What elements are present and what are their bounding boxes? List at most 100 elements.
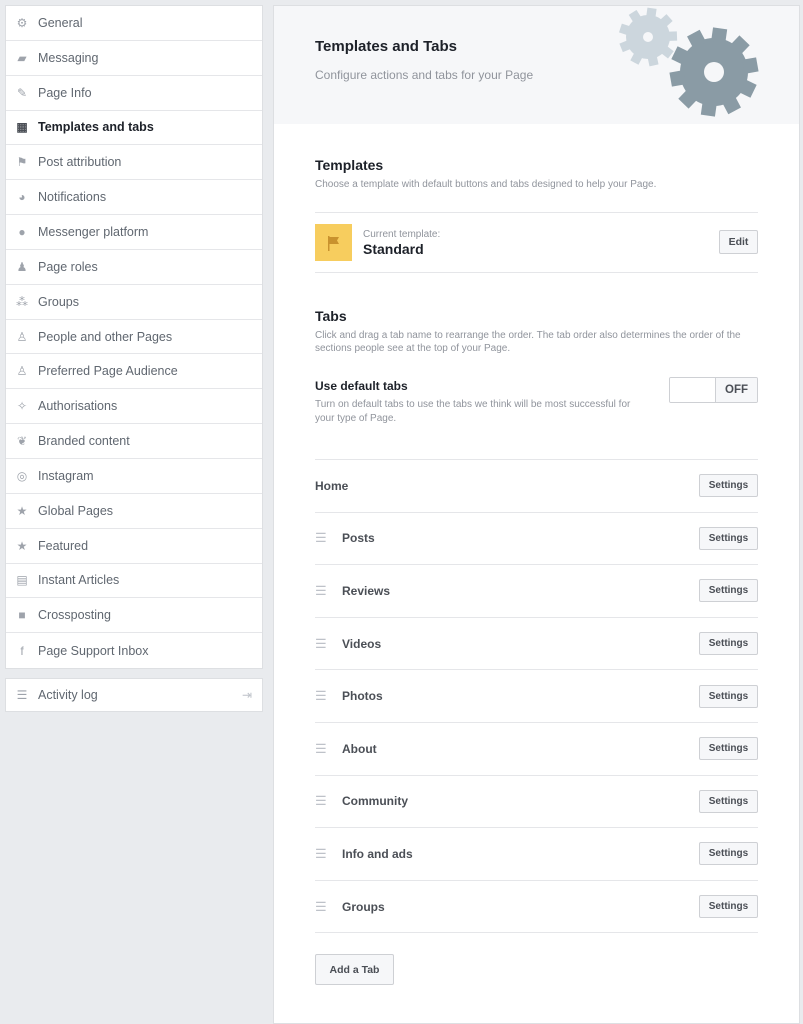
people-icon: ♙ [16,329,28,344]
sidebar-item-crossposting[interactable]: ■ Crossposting [6,598,262,634]
sidebar-item-preferred-page-audience[interactable]: ♙ Preferred Page Audience [6,354,262,390]
sidebar-item-page-roles[interactable]: ♟ Page roles [6,250,262,285]
sidebar-item-global-pages[interactable]: ★ Global Pages [6,494,262,529]
sidebar-item-page-info[interactable]: ✎ Page Info [6,76,262,111]
tab-settings-button[interactable]: Settings [699,632,758,656]
drag-handle-icon[interactable]: ☰ [315,583,327,599]
tab-name: Home [315,478,349,493]
current-template-label: Current template: [363,228,441,240]
sidebar-item-label: Notifications [38,190,107,205]
page-title: Templates and Tabs [315,38,457,55]
sidebar-item-label: Preferred Page Audience [38,364,178,379]
templates-description: Choose a template with default buttons a… [315,179,657,190]
sidebar-item-label: Global Pages [38,503,114,518]
add-tab-button[interactable]: Add a Tab [315,954,394,986]
activity-log-link[interactable]: ☰ Activity log ⇥ [5,678,263,712]
tab-row-groups[interactable]: ☰ Groups Settings [315,881,758,934]
tab-row-reviews[interactable]: ☰ Reviews Settings [315,565,758,618]
tab-name: Posts [342,531,375,546]
sidebar-item-people-and-other-pages[interactable]: ♙ People and other Pages [6,320,262,355]
tab-name: Community [342,794,408,809]
sidebar-item-notifications[interactable]: ◕ Notifications [6,180,262,216]
tab-name: Groups [342,899,385,914]
grid-icon: ▦ [16,120,28,135]
drag-handle-icon[interactable]: ☰ [315,741,327,757]
toggle-track [670,378,715,402]
sidebar-item-label: Messaging [38,50,99,65]
sidebar-item-label: Post attribution [38,155,122,170]
sidebar-item-instant-articles[interactable]: ▤ Instant Articles [6,564,262,599]
current-template-row: Current template: Standard Edit [315,212,758,273]
sidebar-item-label: Page Info [38,85,92,100]
sidebar-item-label: Crossposting [38,608,111,623]
messenger-icon: ● [18,224,26,239]
sidebar-item-instagram[interactable]: ◎ Instagram [6,459,262,494]
sidebar-item-featured[interactable]: ★ Featured [6,529,262,564]
page-subtitle: Configure actions and tabs for your Page [315,68,534,82]
drag-handle-icon[interactable]: ☰ [315,846,327,862]
gear-icon: ⚙ [16,15,28,30]
sidebar-item-label: Templates and tabs [38,120,154,135]
sidebar-item-templates-and-tabs[interactable]: ▦ Templates and tabs [6,111,262,146]
tab-settings-button[interactable]: Settings [699,684,758,708]
tab-row-videos[interactable]: ☰ Videos Settings [315,618,758,671]
flag-icon: ⚑ [16,155,28,170]
edit-template-button[interactable]: Edit [719,230,758,254]
wrench-icon: ✧ [16,399,28,414]
templates-heading: Templates [315,157,384,173]
current-template-value: Standard [363,240,424,257]
sidebar-item-post-attribution[interactable]: ⚑ Post attribution [6,145,262,181]
sidebar-item-label: People and other Pages [38,329,173,344]
sidebar-item-label: Instant Articles [38,573,120,588]
instagram-icon: ◎ [16,468,28,483]
drag-handle-icon[interactable]: ☰ [315,636,327,652]
tab-settings-button[interactable]: Settings [699,474,758,498]
tab-settings-button[interactable]: Settings [699,737,758,761]
tab-name: About [342,741,377,756]
sidebar-item-groups[interactable]: ⁂ Groups [6,285,262,320]
tab-name: Info and ads [342,846,413,861]
default-tabs-description: Turn on default tabs to use the tabs we … [315,399,631,424]
activity-log-label: Activity log [38,688,98,702]
tab-settings-button[interactable]: Settings [699,842,758,866]
drag-handle-icon[interactable]: ☰ [315,530,327,546]
sidebar-item-label: Authorisations [38,399,118,414]
globe-icon: ◕ [18,190,26,205]
tab-name: Photos [342,689,383,704]
drag-handle-icon[interactable]: ☰ [315,899,327,915]
sidebar-item-messaging[interactable]: ▰ Messaging [6,41,262,76]
sidebar-item-branded-content[interactable]: ❦ Branded content [6,424,262,459]
sidebar-item-label: Messenger platform [38,224,149,239]
default-tabs-toggle[interactable]: OFF [669,377,758,403]
video-camera-icon: ■ [18,608,26,623]
drag-handle-icon[interactable]: ☰ [315,688,327,704]
tab-settings-button[interactable]: Settings [699,579,758,603]
sidebar-item-general[interactable]: ⚙ General [6,6,262,41]
tab-row-posts[interactable]: ☰ Posts Settings [315,513,758,566]
tab-settings-button[interactable]: Settings [699,526,758,550]
handshake-icon: ❦ [16,434,28,449]
main-panel: Templates and Tabs Configure actions and… [273,5,800,1024]
list-icon: ☰ [16,688,28,702]
groups-icon: ⁂ [16,294,28,309]
facebook-icon: f [20,643,24,658]
settings-sidebar: ⚙ General ▰ Messaging ✎ Page Info ▦ Templates a… [5,5,263,670]
tab-row-about[interactable]: ☰ About Settings [315,723,758,776]
sidebar-item-label: Featured [38,538,89,553]
sidebar-item-label: General [38,15,83,30]
tab-settings-button[interactable]: Settings [699,789,758,813]
tab-name: Videos [342,636,382,651]
person-icon: ♟ [16,259,28,274]
drag-handle-icon[interactable]: ☰ [315,793,327,809]
tab-settings-button[interactable]: Settings [699,895,758,919]
tab-row-photos[interactable]: ☰ Photos Settings [315,670,758,723]
default-tabs-setting: Use default tabs Turn on default tabs to… [315,377,758,459]
sidebar-item-messenger-platform[interactable]: ● Messenger platform [6,215,262,250]
sidebar-item-page-support-inbox[interactable]: f Page Support Inbox [6,633,262,668]
tab-row-community[interactable]: ☰ Community Settings [315,776,758,829]
sidebar-item-authorisations[interactable]: ✧ Authorisations [6,389,262,425]
tab-row-info-and-ads[interactable]: ☰ Info and ads Settings [315,828,758,881]
template-flag-icon [315,224,352,261]
templates-section: Templates Choose a template with default… [315,157,758,273]
tab-row-home: Home Settings [315,460,758,513]
